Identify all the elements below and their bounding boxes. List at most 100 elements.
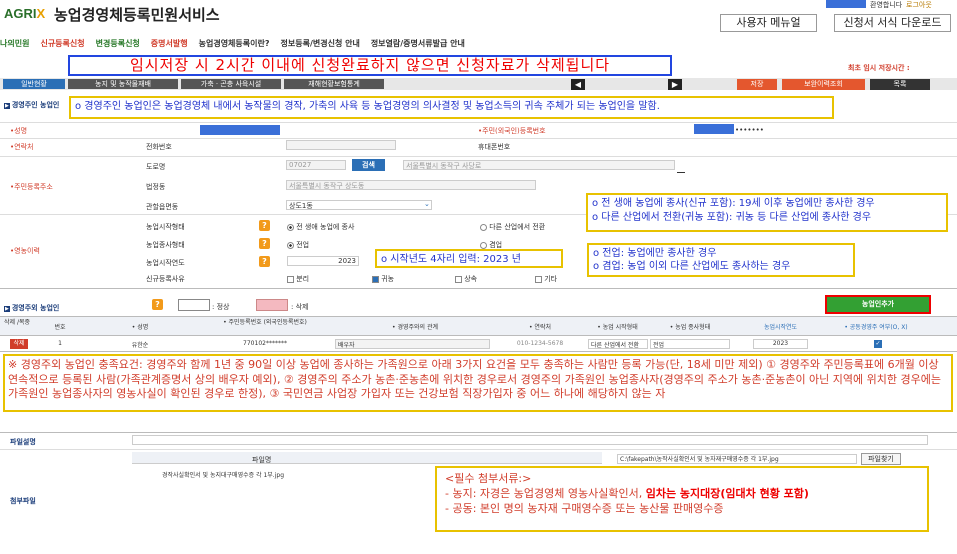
col-number: 번호 [54, 324, 66, 331]
lot-label: 법정동 [146, 183, 166, 191]
nav-my-request[interactable]: 나의민원 [0, 39, 29, 48]
help-icon[interactable]: ? [259, 238, 270, 249]
startyear-input[interactable]: 2023 [287, 256, 359, 266]
col-start-type: • 농업 시작형태 [597, 324, 638, 331]
nav-change-registration[interactable]: 변경등록신청 [96, 39, 140, 48]
nav-info-guide[interactable]: 정보등록/변경신청 안내 [281, 39, 360, 48]
add-farmer-button[interactable]: 농업인추가 [825, 295, 931, 314]
help-icon[interactable]: ? [152, 299, 163, 310]
docs-line-2: - 공동: 본인 명의 농자재 구매영수증 또는 농산물 판매영수증 [445, 502, 724, 515]
row-contact: 010-1234-5678 [516, 340, 564, 347]
nav-about[interactable]: 농업경영체등록이란? [199, 39, 270, 48]
fulltime-option-1-label: 전업 [296, 241, 310, 249]
file-path-input[interactable]: C:\fakepath\농작사실확인서 및 농자재구매영수증 각 1부.jpg [617, 454, 857, 464]
requirements-box: ※ 경영주외 농업인 충족요건: 경영주와 함께 1년 중 90일 이상 농업에… [3, 354, 953, 412]
row-relation[interactable]: 배우자 [335, 339, 490, 349]
joint-owner-checkbox[interactable]: ✓ [874, 340, 882, 348]
reason-option-2[interactable]: 귀농 [372, 274, 394, 284]
checkbox-icon[interactable] [372, 275, 379, 283]
startyear-tip-box: o 시작년도 4자리 입력: 2023 년 [375, 249, 563, 268]
attached-file-1: 경작사실확인서 및 농지대구매영수증 각 1부.jpg [162, 472, 284, 479]
zip-input[interactable]: 07027 [286, 160, 346, 170]
top-nav: 나의민원 신규등록신청 변경등록신청 증명서발행 농업경영체등록이란? 정보등록/변경신청… [0, 38, 476, 49]
tab-disaster[interactable]: 재해현황보험통계 [284, 79, 384, 89]
row-work-type[interactable]: 전업 [650, 339, 730, 349]
type-option-2-label: 다른 산업에서 전환 [489, 223, 546, 231]
col-start-year: 농업시작연도 [763, 324, 798, 331]
tab-farmland[interactable]: 농지 및 농작물재배 [68, 79, 178, 89]
phone-input[interactable] [286, 140, 396, 150]
legend-normal-swatch [178, 299, 210, 311]
file-desc-input[interactable] [132, 435, 928, 445]
phone-label: 전화번호 [146, 143, 172, 151]
contact-label: •연락처 [10, 143, 34, 151]
name-field [200, 125, 280, 135]
reason-option-4[interactable]: 기타 [535, 274, 557, 284]
logo-text: AGRI [4, 6, 37, 21]
road-address-input[interactable]: 서울특별시 동작구 사당로 [403, 160, 675, 170]
address-label: •주민등록주소 [10, 183, 53, 191]
docs-title: <필수 첨부서류:> [445, 472, 532, 485]
career-tip-line-1: o 전 생애 농업에 종사(신규 포함): 19세 이후 농업에만 종사한 경우 [592, 198, 875, 209]
checkbox-icon[interactable] [455, 275, 462, 283]
mobile-label: 휴대폰번호 [478, 143, 511, 151]
form-download-button[interactable]: 신청서 서식 다운로드 [834, 14, 951, 32]
history-button[interactable]: 보완이력조회 [782, 79, 865, 90]
checkbox-icon[interactable] [535, 275, 542, 283]
career-label: •영농이력 [10, 247, 40, 255]
col-joint: • 공동경영주 여부(O, X) [844, 324, 908, 331]
type-option-1[interactable]: 전 생애 농업에 종사 [287, 222, 354, 232]
col-rrn: • 주민등록번호 (외국인등록번호) [223, 319, 307, 326]
user-manual-button[interactable]: 사용자 메뉴얼 [720, 14, 817, 32]
user-name-masked [826, 0, 866, 8]
type-option-2[interactable]: 다른 산업에서 전환 [480, 222, 545, 232]
prev-arrow-icon[interactable]: ◀ [571, 79, 585, 90]
col-name: • 성명 [131, 324, 149, 331]
logout-link[interactable]: 로그아웃 [906, 0, 932, 10]
row-delete-button[interactable]: 삭제 [10, 339, 28, 349]
owner-info-box: o 경영주인 농업인은 농업경영체 내에서 농작물의 경작, 가축의 사육 등 … [69, 96, 834, 119]
lot-address-input[interactable]: 서울특별시 동작구 상도동 [286, 180, 536, 190]
logo-x: X [36, 6, 46, 21]
type-label: 농업시작형태 [146, 223, 185, 231]
chevron-down-icon: ⌄ [424, 200, 430, 208]
reason-option-1[interactable]: 분리 [287, 274, 309, 284]
nav-certificate[interactable]: 증명서발행 [151, 39, 188, 48]
radio-icon[interactable] [480, 223, 487, 231]
legend-delete-swatch [256, 299, 288, 311]
save-button[interactable]: 저장 [737, 79, 777, 90]
reason-option-3[interactable]: 상속 [455, 274, 477, 284]
radio-icon[interactable] [480, 241, 487, 249]
reason-option-1-label: 분리 [296, 275, 310, 283]
row-number: 1 [58, 340, 62, 347]
warning-banner: 임시저장 시 2시간 이내에 신청완료하지 않으면 신청자료가 삭제됩니다 [68, 55, 672, 76]
autosave-time: 최초 임시 저장시간 : [848, 64, 910, 72]
reason-option-2-label: 귀농 [381, 275, 395, 283]
career-tip-line-2: o 다른 산업에서 전환(귀농 포함): 귀농 등 다른 산업에 종사한 경우 [592, 212, 872, 223]
radio-icon[interactable] [287, 241, 294, 249]
tab-livestock[interactable]: 가축 · 곤충 사육시설 [181, 79, 281, 89]
agri-logo[interactable]: AGRIX [4, 6, 45, 21]
row-start-year[interactable]: 2023 [753, 339, 808, 349]
rrn-label: •주민(외국인)등록번호 [478, 127, 546, 135]
checkbox-icon[interactable] [287, 275, 294, 283]
reason-option-3-label: 상속 [464, 275, 478, 283]
find-file-button[interactable]: 파일찾기 [861, 453, 901, 465]
list-button[interactable]: 목록 [870, 79, 930, 90]
tab-general[interactable]: 일반현황 [3, 79, 65, 89]
address-search-button[interactable]: 검색 [352, 159, 385, 171]
admin-select[interactable]: 상도1동 [286, 200, 432, 210]
name-label: •성명 [10, 127, 28, 135]
radio-icon[interactable] [287, 223, 294, 231]
fulltime-label: 농업종사형태 [146, 241, 185, 249]
docs-line-1b: 임차는 농지대장(임대차 현황 포함) [645, 487, 809, 500]
fulltime-option-1[interactable]: 전업 [287, 240, 309, 250]
row-start-type[interactable]: 다른 산업에서 전환 [588, 339, 648, 349]
legend-delete-label: : 삭제 [291, 303, 309, 311]
help-icon[interactable]: ? [259, 256, 270, 267]
nav-doc-guide[interactable]: 정보열람/증명서류발급 안내 [371, 39, 465, 48]
nav-new-registration[interactable]: 신규등록신청 [40, 39, 84, 48]
row-name: 유한순 [131, 342, 149, 349]
help-icon[interactable]: ? [259, 220, 270, 231]
next-arrow-icon[interactable]: ▶ [668, 79, 682, 90]
